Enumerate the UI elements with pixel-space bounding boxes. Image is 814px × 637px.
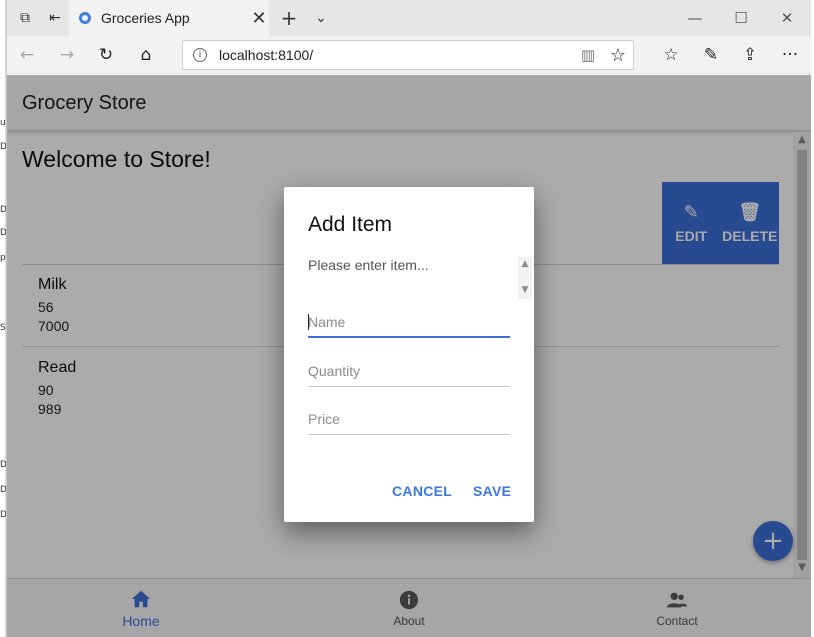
notes-pen-icon[interactable]: ✎ xyxy=(697,41,725,69)
tab-close-icon[interactable]: ✕ xyxy=(249,8,269,29)
new-tab-icon[interactable]: + xyxy=(277,6,301,30)
browser-toolbar: ← → ↻ ⌂ i localhost:8100/ ▥ ☆ ☆ ✎ ⇪ ··· xyxy=(7,36,811,74)
favorites-hub-icon[interactable]: ☆ xyxy=(657,41,685,69)
price-input[interactable] xyxy=(308,405,510,433)
tab-favicon-icon xyxy=(79,12,91,24)
url-text[interactable]: localhost:8100/ xyxy=(219,47,573,63)
tab-list-icon[interactable]: ⌄ xyxy=(309,7,333,29)
home-page-icon[interactable]: ⌂ xyxy=(132,41,160,69)
share-icon[interactable]: ⇪ xyxy=(736,41,764,69)
dialog-title: Add Item xyxy=(308,213,393,236)
app-viewport: Grocery Store Welcome to Store! ✎ EDIT 🗑… xyxy=(7,75,811,637)
refresh-icon[interactable]: ↻ xyxy=(92,41,120,69)
reading-view-icon[interactable]: ▥ xyxy=(573,46,603,64)
screen: u D D D p S D D D ⧉ ⇤ Groceries App ✕ + … xyxy=(0,0,814,637)
site-info-icon[interactable]: i xyxy=(193,48,207,62)
scroll-down-icon[interactable]: ▼ xyxy=(518,285,532,295)
more-menu-icon[interactable]: ··· xyxy=(776,41,804,69)
tab-title: Groceries App xyxy=(101,10,190,26)
dialog-message-scrollbar[interactable]: ▲ ▼ xyxy=(518,257,532,299)
quantity-input[interactable] xyxy=(308,357,510,385)
favorite-star-icon[interactable]: ☆ xyxy=(603,45,633,66)
name-field[interactable] xyxy=(308,308,510,338)
tab-back-icon[interactable]: ⇤ xyxy=(43,7,67,29)
maximize-icon[interactable]: ☐ xyxy=(718,0,764,36)
name-input[interactable] xyxy=(308,308,510,336)
price-field[interactable] xyxy=(308,405,510,435)
window-close-icon[interactable]: ✕ xyxy=(764,0,810,36)
minimize-icon[interactable]: — xyxy=(672,0,718,36)
back-icon[interactable]: ← xyxy=(13,41,41,69)
browser-tab-groceries[interactable]: Groceries App ✕ xyxy=(69,0,269,36)
cancel-button[interactable]: CANCEL xyxy=(392,483,452,499)
dialog-message: Please enter item... xyxy=(308,257,429,273)
browser-titlebar: ⧉ ⇤ Groceries App ✕ + ⌄ — ☐ ✕ xyxy=(7,0,811,36)
text-caret xyxy=(308,314,309,330)
address-bar[interactable]: i localhost:8100/ ▥ ☆ xyxy=(182,40,634,70)
browser-window: ⧉ ⇤ Groceries App ✕ + ⌄ — ☐ ✕ ← → ↻ ⌂ i … xyxy=(6,0,811,637)
scroll-up-icon[interactable]: ▲ xyxy=(518,259,532,269)
save-button[interactable]: SAVE xyxy=(473,483,511,499)
add-item-dialog: Add Item Please enter item... ▲ ▼ CANCEL xyxy=(284,187,534,522)
forward-icon[interactable]: → xyxy=(53,41,81,69)
quantity-field[interactable] xyxy=(308,357,510,387)
set-aside-tabs-icon[interactable]: ⧉ xyxy=(13,7,37,29)
